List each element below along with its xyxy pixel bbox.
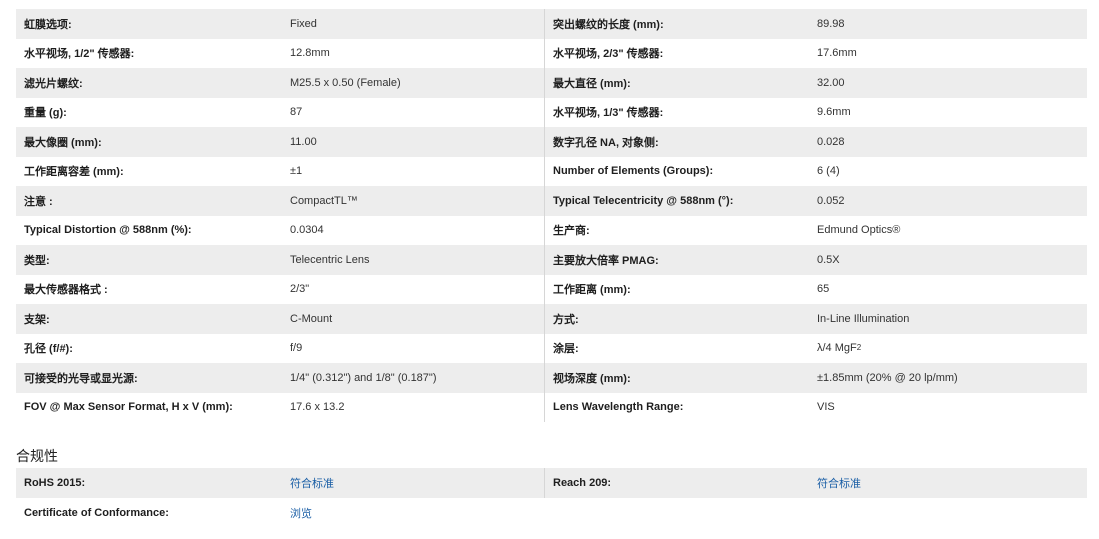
table-row: 水平视场, 1/2" 传感器: 12.8mm 水平视场, 2/3" 传感器: 17.6… xyxy=(16,38,1087,69)
spec-label: Typical Distortion @ 588nm (%): xyxy=(24,224,192,237)
spec-label: 虹膜选项: xyxy=(24,18,72,31)
compliance-value: 符合标准 xyxy=(282,468,544,498)
spec-value: 6 (4) xyxy=(809,157,1087,187)
spec-label: 可接受的光导或显光源: xyxy=(24,372,138,385)
spec-value: VIS xyxy=(809,393,1087,423)
spec-value-text: 0.028 xyxy=(817,135,845,148)
spec-value: 1/4" (0.312") and 1/8" (0.187") xyxy=(290,371,437,384)
spec-value: 87 xyxy=(290,106,303,119)
table-row: 最大传感器格式 : 2/3" 工作距离 (mm): 65 xyxy=(16,274,1087,305)
spec-value-text: 32.00 xyxy=(817,76,845,89)
spec-label: 滤光片螺纹: xyxy=(24,77,83,90)
spec-value: ±1 xyxy=(290,165,303,178)
compliance-value: 浏览 xyxy=(282,498,544,528)
compliance-label: Reach 209: xyxy=(544,468,809,498)
compliance-table: RoHS 2015: 符合标准 Reach 209: 符合标准 Certificate … xyxy=(16,468,1087,528)
spec-label: 突出螺纹的长度 (mm): xyxy=(544,9,809,39)
spec-value: Fixed xyxy=(290,17,317,30)
spec-value: λ/4 MgF 2 xyxy=(817,342,862,355)
spec-label: 方式: xyxy=(544,304,809,334)
spec-label: 生产商: xyxy=(544,215,809,245)
spec-value: 9.6mm xyxy=(809,98,1087,128)
spec-value: 2/3" xyxy=(290,283,310,296)
table-row: FOV @ Max Sensor Format, H x V (mm): 17.6… xyxy=(16,392,1087,423)
spec-value: 0.5X xyxy=(809,245,1087,275)
spec-label: Number of Elements (Groups): xyxy=(544,156,809,186)
table-row: 可接受的光导或显光源: 1/4" (0.312") and 1/8" (0.187… xyxy=(16,363,1087,393)
spec-value: 89.98 xyxy=(809,9,1087,39)
compliance-link[interactable]: 浏览 xyxy=(290,505,312,521)
spec-label: FOV @ Max Sensor Format, H x V (mm): xyxy=(24,401,233,414)
table-row: 滤光片螺纹: M25.5 x 0.50 (Female) 最大直径 (mm): 32.… xyxy=(16,68,1087,98)
spec-label: Typical Telecentricity @ 588nm (°): xyxy=(544,186,809,216)
table-row: 孔径 (f/#): f/9 涂层: λ/4 MgF 2 xyxy=(16,333,1087,363)
spec-value: 0.028 xyxy=(809,127,1087,157)
spec-value: 32.00 xyxy=(809,68,1087,98)
table-row: 注意 : CompactTL™ Typical Telecentricity @ 5… xyxy=(16,186,1087,216)
specifications-table: 虹膜选项: Fixed 突出螺纹的长度 (mm): 89.98 水平视场, 1/2" 传… xyxy=(16,9,1087,422)
spec-label: 涂层: xyxy=(544,333,809,363)
compliance-link[interactable]: 符合标准 xyxy=(817,475,861,491)
spec-value: 65 xyxy=(809,275,1087,305)
spec-value-text: 0.052 xyxy=(817,194,845,207)
table-row: 支架: C-Mount 方式: In-Line Illumination xyxy=(16,304,1087,334)
spec-label: 主要放大倍率 PMAG: xyxy=(544,245,809,275)
spec-value-text: ±1.85mm (20% @ 20 lp/mm) xyxy=(817,371,958,384)
compliance-link[interactable]: 符合标准 xyxy=(290,475,334,491)
spec-label: 孔径 (f/#): xyxy=(24,343,73,356)
spec-label: 视场深度 (mm): xyxy=(544,363,809,393)
spec-value: In-Line Illumination xyxy=(809,304,1087,334)
table-row: Typical Distortion @ 588nm (%): 0.0304 生产商… xyxy=(16,215,1087,246)
spec-value: 0.0304 xyxy=(290,224,324,237)
spec-label: 水平视场, 2/3" 传感器: xyxy=(544,38,809,68)
spec-value-text: VIS xyxy=(817,401,835,414)
spec-label: 工作距离容差 (mm): xyxy=(24,166,124,179)
spec-label: 最大传感器格式 : xyxy=(24,284,108,297)
spec-label: 支架: xyxy=(24,313,50,326)
spec-value-text: In-Line Illumination xyxy=(817,312,910,325)
spec-value: ±1.85mm (20% @ 20 lp/mm) xyxy=(809,363,1087,393)
table-row: RoHS 2015: 符合标准 Reach 209: 符合标准 xyxy=(16,468,1087,498)
compliance-section-title: 合规性 xyxy=(16,448,58,464)
table-row: 最大像圈 (mm): 11.00 数字孔径 NA, 对象侧: 0.028 xyxy=(16,127,1087,157)
spec-label: 最大像圈 (mm): xyxy=(24,136,102,149)
spec-label: 重量 (g): xyxy=(24,107,67,120)
compliance-label: RoHS 2015: xyxy=(24,477,86,489)
spec-value-text: Edmund Optics® xyxy=(817,224,901,237)
spec-label: 工作距离 (mm): xyxy=(544,274,809,304)
spec-value: 17.6 x 13.2 xyxy=(290,401,345,414)
spec-value-text: 9.6mm xyxy=(817,106,851,119)
spec-value: CompactTL™ xyxy=(290,194,358,207)
spec-value-text: 17.6mm xyxy=(817,47,857,60)
spec-value: M25.5 x 0.50 (Female) xyxy=(290,76,401,89)
spec-label: 水平视场, 1/2" 传感器: xyxy=(24,48,135,61)
spec-label: 最大直径 (mm): xyxy=(544,68,809,98)
spec-label: 注意 : xyxy=(24,195,53,208)
compliance-label: Certificate of Conformance: xyxy=(24,507,169,519)
spec-value: f/9 xyxy=(290,342,303,355)
spec-value-text: 6 (4) xyxy=(817,165,840,178)
table-row: 重量 (g): 87 水平视场, 1/3" 传感器: 9.6mm xyxy=(16,97,1087,128)
spec-value-text: λ/4 MgF xyxy=(817,342,857,355)
spec-label: 水平视场, 1/3" 传感器: xyxy=(544,97,809,127)
spec-value: Telecentric Lens xyxy=(290,253,370,266)
spec-value-text: 65 xyxy=(817,283,830,296)
spec-value-text: 0.5X xyxy=(817,253,840,266)
compliance-value: 符合标准 xyxy=(809,468,1087,498)
spec-value: 11.00 xyxy=(290,135,317,148)
spec-label: 数字孔径 NA, 对象侧: xyxy=(544,127,809,157)
spec-page: 虹膜选项: Fixed 突出螺纹的长度 (mm): 89.98 水平视场, 1/2" 传… xyxy=(0,0,1099,539)
table-row: Certificate of Conformance: 浏览 xyxy=(16,498,1087,528)
spec-value-text: 89.98 xyxy=(817,17,845,30)
spec-label: 类型: xyxy=(24,254,50,267)
spec-value: 12.8mm xyxy=(290,47,330,60)
table-row: 类型: Telecentric Lens 主要放大倍率 PMAG: 0.5X xyxy=(16,245,1087,275)
spec-value: 17.6mm xyxy=(809,39,1087,69)
spec-value: Edmund Optics® xyxy=(809,216,1087,246)
spec-value: 0.052 xyxy=(809,186,1087,216)
table-row: 工作距离容差 (mm): ±1 Number of Elements (Groups… xyxy=(16,156,1087,187)
spec-label: Lens Wavelength Range: xyxy=(544,392,809,422)
table-row: 虹膜选项: Fixed 突出螺纹的长度 (mm): 89.98 xyxy=(16,9,1087,39)
spec-value: C-Mount xyxy=(290,312,333,325)
